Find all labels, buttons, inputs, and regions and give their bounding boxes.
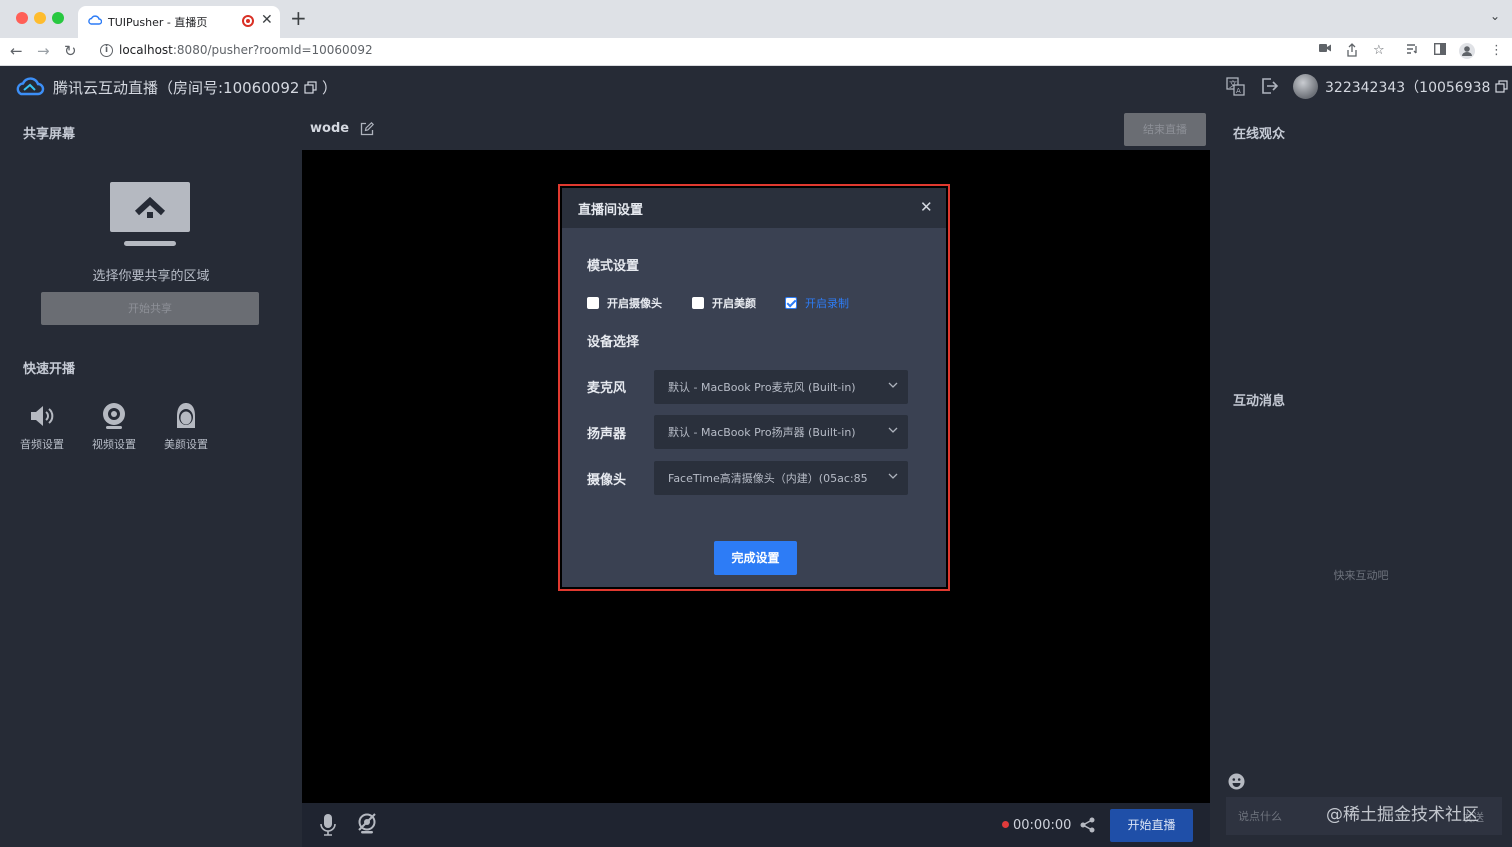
screen-share-icon[interactable] [110,182,191,248]
reload-icon[interactable]: ↻ [64,42,77,60]
microphone-select[interactable]: 默认 - MacBook Pro麦克风 (Built-in) [654,370,908,404]
face-icon [156,400,216,432]
live-timer: 00:00:00 [1002,818,1071,833]
edit-icon[interactable] [360,122,374,136]
recording-icon [242,15,254,27]
copy-icon[interactable] [1495,80,1508,93]
mode-settings-title: 模式设置 [587,259,640,274]
reading-list-icon[interactable] [1406,43,1419,55]
logout-icon[interactable] [1261,77,1279,95]
more-menu-icon[interactable]: ⋮ [1490,43,1503,59]
profile-icon[interactable] [1459,43,1475,59]
avatar[interactable] [1293,74,1318,99]
back-icon[interactable]: ← [10,42,23,60]
chevron-down-icon [888,473,898,479]
right-panel: 在线观众 互动消息 快来互动吧 发送 [1210,108,1512,847]
share-screen-title: 共享屏幕 [23,127,76,142]
checkbox-box[interactable] [692,297,704,309]
camera-off-icon[interactable] [357,813,377,835]
chevron-down-icon [888,382,898,388]
app-title: 腾讯云互动直播（房间号:10060092 ） [53,79,337,97]
chevron-down-icon [888,427,898,433]
enable-recording-checkbox[interactable]: 开启录制 [785,295,849,311]
new-tab-icon[interactable]: + [290,7,307,29]
forward-icon[interactable]: → [37,42,50,60]
info-icon[interactable]: i [100,44,113,57]
empty-messages-hint: 快来互动吧 [1333,569,1389,582]
address-bar[interactable]: localhost:8080/pusher?roomId=10060092 [119,43,373,57]
emoji-icon[interactable] [1228,773,1245,790]
speaker-icon [12,400,72,432]
left-panel: 共享屏幕 选择你要共享的区域 开始共享 快速开播 音频设置 视频设置 美颜设置 [0,108,302,847]
enable-beauty-checkbox[interactable]: 开启美颜 [692,295,756,311]
user-info: 322342343（10056938 ） [1325,77,1512,97]
stream-toolbar: wode 结束直播 [302,108,1210,150]
cloud-icon [88,14,102,26]
webcam-icon [84,400,144,432]
copy-icon[interactable] [304,81,317,94]
speaker-select[interactable]: 默认 - MacBook Pro扬声器 (Built-in) [654,415,908,449]
interactive-messages-title: 互动消息 [1233,394,1286,409]
end-live-button[interactable]: 结束直播 [1124,113,1206,146]
stream-controls: 00:00:00 开始直播 [302,803,1210,847]
camera-select[interactable]: FaceTime高清摄像头（内建）(05ac:85 [654,461,908,495]
recording-dot-icon [1002,821,1009,828]
dialog-title: 直播间设置 [578,203,644,218]
camera-label: 摄像头 [587,473,627,488]
bookmark-star-icon[interactable]: ☆ [1373,43,1385,59]
chevron-down-icon[interactable]: ⌄ [1490,9,1500,23]
close-icon[interactable]: ✕ [920,199,933,215]
window-minimize-button[interactable] [34,12,46,24]
room-name: wode [310,121,350,136]
start-live-button[interactable]: 开始直播 [1110,809,1193,842]
start-share-button[interactable]: 开始共享 [41,292,259,325]
dialog-header: 直播间设置 ✕ [562,188,946,228]
checkbox-box[interactable] [587,297,599,309]
microphone-icon[interactable] [320,813,336,837]
finish-settings-button[interactable]: 完成设置 [714,541,797,575]
camera-in-use-icon[interactable] [1319,43,1332,53]
share-icon[interactable] [1080,817,1095,833]
share-page-icon[interactable] [1346,43,1358,57]
tab-close-icon[interactable]: ✕ [261,12,273,28]
browser-tabbar: TUIPusher - 直播页 ✕ + ⌄ [0,0,1512,38]
side-panel-icon[interactable] [1434,43,1446,55]
speaker-label: 扬声器 [587,427,627,442]
translate-icon[interactable]: 文A [1226,77,1245,96]
browser-tab[interactable]: TUIPusher - 直播页 ✕ [78,6,280,38]
tab-title: TUIPusher - 直播页 [108,16,208,29]
beauty-settings-button[interactable]: 美颜设置 [156,400,216,452]
browser-navbar: ← → ↻ i localhost:8080/pusher?roomId=100… [0,38,1512,66]
watermark: @稀土掘金技术社区 [1326,805,1479,825]
device-select-title: 设备选择 [587,335,640,350]
checkbox-checked[interactable] [785,297,797,309]
online-audience-title: 在线观众 [1233,127,1286,142]
window-zoom-button[interactable] [52,12,64,24]
video-settings-button[interactable]: 视频设置 [84,400,144,452]
enable-camera-checkbox[interactable]: 开启摄像头 [587,295,662,311]
tencent-cloud-logo-icon [15,75,45,97]
quick-start-title: 快速开播 [23,362,76,377]
svg-text:A: A [1236,87,1241,95]
room-settings-dialog: 直播间设置 ✕ 模式设置 开启摄像头 开启美颜 开启录制 设备选择 麦克风 默认… [562,188,946,587]
app-header: 腾讯云互动直播（房间号:10060092 ） 文A 322342343（1005… [0,66,1512,108]
window-close-button[interactable] [16,12,28,24]
audio-settings-button[interactable]: 音频设置 [12,400,72,452]
share-hint: 选择你要共享的区域 [92,269,210,284]
microphone-label: 麦克风 [587,381,627,396]
